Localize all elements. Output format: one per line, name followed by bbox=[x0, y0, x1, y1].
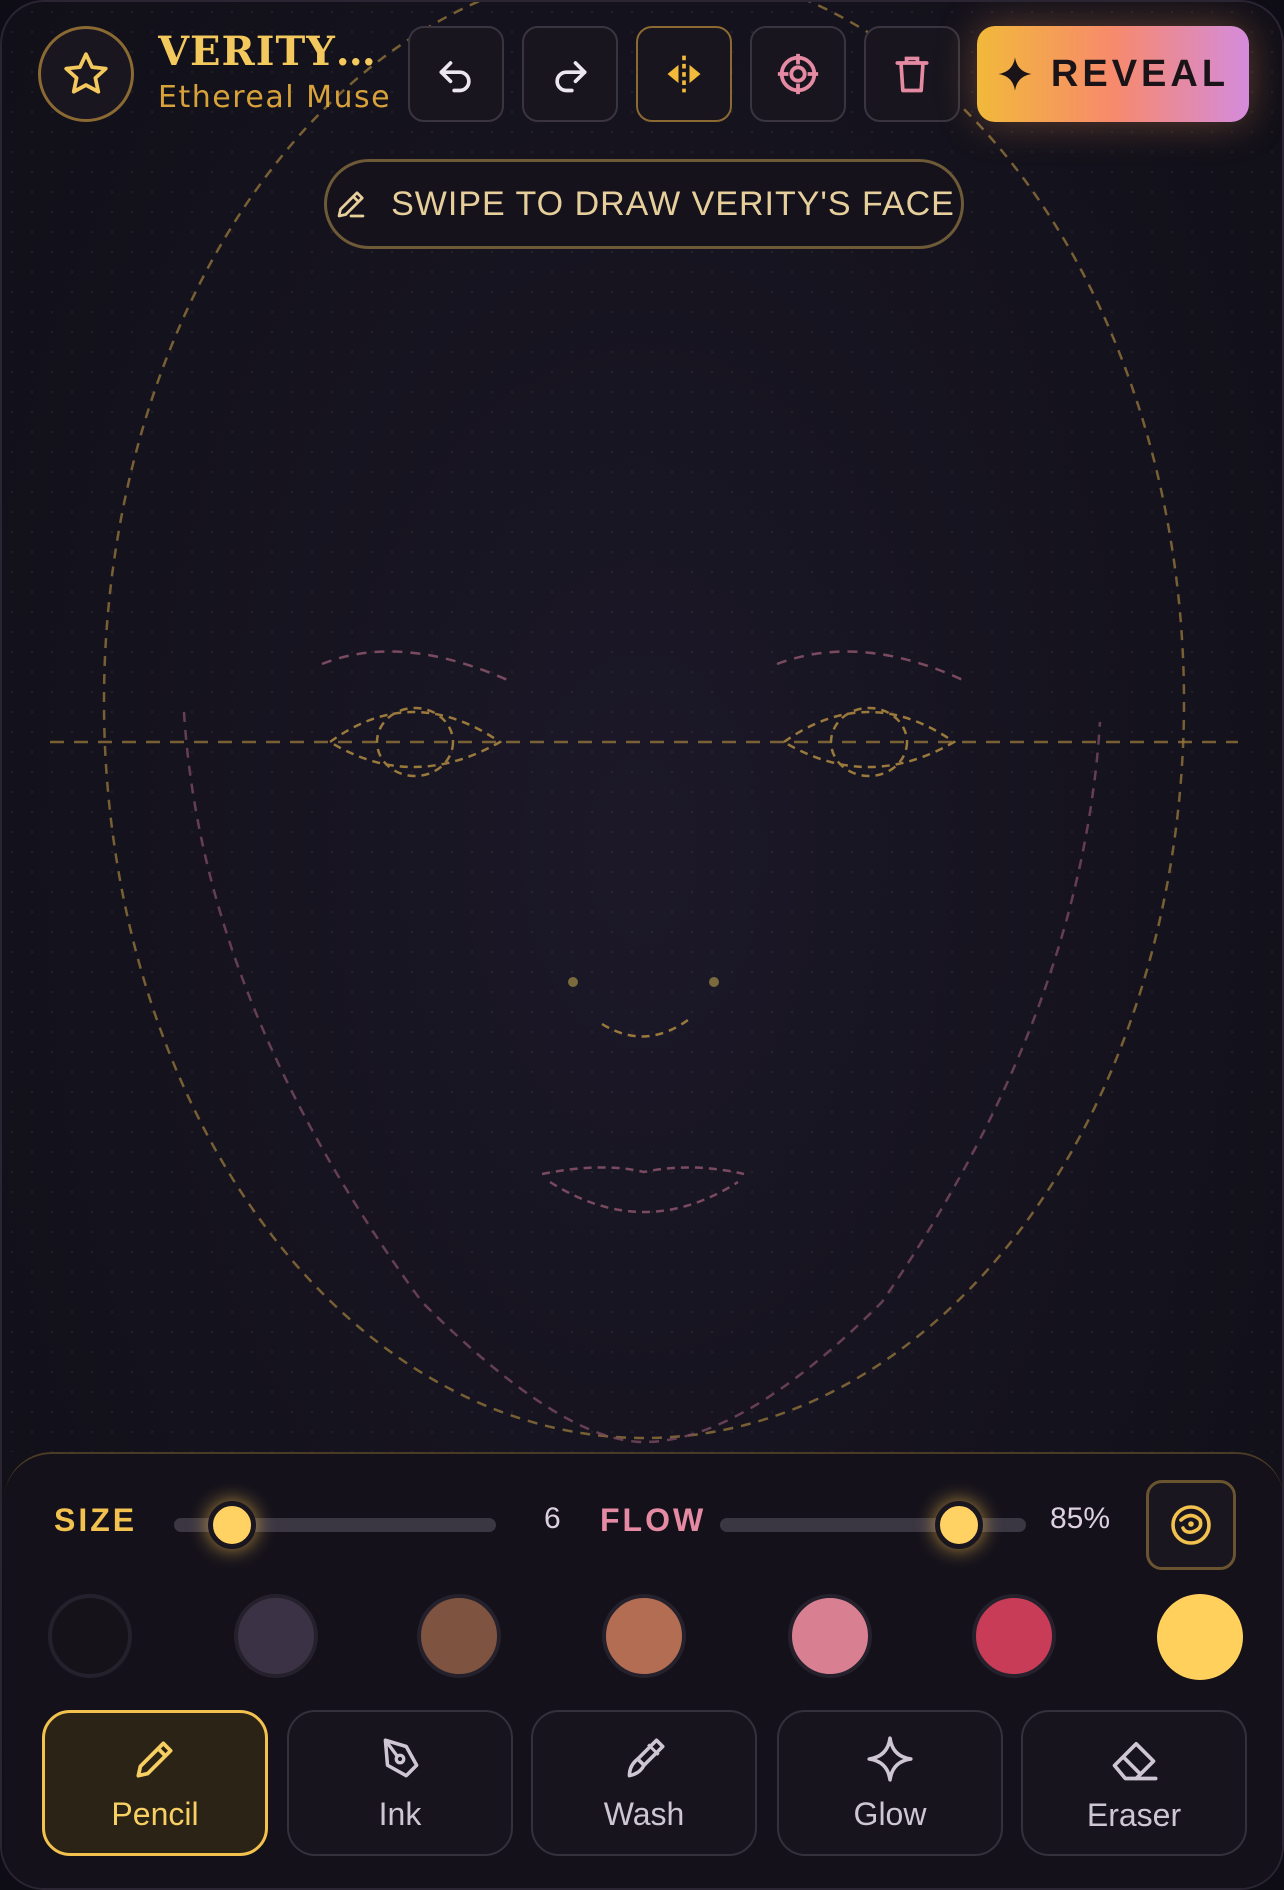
reveal-label: REVEAL bbox=[1050, 52, 1230, 95]
brush-label-glow: Glow bbox=[853, 1795, 927, 1832]
color-swatch-2[interactable] bbox=[417, 1594, 501, 1678]
app-frame: VERITY A... Ethereal Muse REVEAL SWIPE T… bbox=[0, 0, 1284, 1890]
right-eye-guide bbox=[781, 710, 957, 769]
mirror-icon bbox=[667, 55, 701, 93]
left-brow-guide bbox=[321, 650, 513, 684]
brush-settings-button[interactable] bbox=[1146, 1480, 1236, 1570]
pencil-icon bbox=[136, 1741, 173, 1778]
clear-button[interactable] bbox=[864, 26, 960, 122]
brush-label-wash: Wash bbox=[603, 1795, 685, 1832]
redo-button[interactable] bbox=[522, 26, 618, 122]
color-swatch-4[interactable] bbox=[788, 1594, 872, 1678]
pencil-icon bbox=[337, 191, 365, 218]
brush-label-ink: Ink bbox=[378, 1795, 422, 1832]
brush-glow[interactable]: Glow bbox=[777, 1710, 1003, 1856]
upper-lip-guide bbox=[541, 1166, 745, 1176]
brush-label-pencil: Pencil bbox=[111, 1795, 199, 1832]
pen-nib-icon bbox=[383, 1737, 419, 1777]
color-swatch-1[interactable] bbox=[234, 1594, 318, 1678]
left-eye-guide bbox=[327, 710, 503, 769]
swirl-icon bbox=[1171, 1505, 1211, 1545]
reveal-button[interactable]: REVEAL bbox=[977, 26, 1249, 122]
flow-label: FLOW bbox=[600, 1502, 707, 1538]
brush-ink[interactable]: Ink bbox=[287, 1710, 513, 1856]
top-toolbar: VERITY A... Ethereal Muse REVEAL bbox=[2, 2, 1282, 142]
app-title: VERITY A... bbox=[158, 28, 388, 75]
size-label: SIZE bbox=[54, 1502, 138, 1538]
color-swatch-3[interactable] bbox=[602, 1594, 686, 1678]
right-nostril-guide bbox=[709, 977, 719, 987]
mirror-toggle[interactable] bbox=[636, 26, 732, 122]
brush-label-eraser: Eraser bbox=[1086, 1796, 1182, 1833]
hint-text: SWIPE TO DRAW VERITY'S FACE bbox=[391, 184, 955, 223]
nose-guide bbox=[601, 1016, 693, 1038]
size-slider-thumb[interactable] bbox=[207, 1501, 256, 1549]
guides-toggle[interactable] bbox=[750, 26, 846, 122]
eraser-icon bbox=[1112, 1741, 1158, 1780]
drawing-hint: SWIPE TO DRAW VERITY'S FACE bbox=[324, 159, 964, 249]
brush-pencil[interactable]: Pencil bbox=[42, 1710, 268, 1856]
color-swatch-6[interactable] bbox=[1157, 1594, 1243, 1680]
size-value: 6 bbox=[544, 1502, 561, 1535]
target-icon bbox=[777, 53, 819, 95]
sparkle-icon bbox=[998, 57, 1032, 91]
brush-panel: SIZE 6 FLOW 85% Pencil Ink Wash Glow Era… bbox=[4, 1452, 1282, 1888]
favorite-button[interactable] bbox=[38, 26, 134, 122]
brush-eraser[interactable]: Eraser bbox=[1021, 1710, 1247, 1856]
redo-icon bbox=[555, 61, 587, 93]
color-swatch-5[interactable] bbox=[972, 1594, 1056, 1678]
sparkle-icon bbox=[867, 1735, 913, 1782]
flow-value: 85% bbox=[1050, 1502, 1111, 1535]
jaw-guide bbox=[182, 711, 1102, 1444]
app-subtitle: Ethereal Muse bbox=[158, 80, 388, 115]
title-block: VERITY A... Ethereal Muse bbox=[158, 26, 388, 118]
undo-button[interactable] bbox=[408, 26, 504, 122]
trash-icon bbox=[895, 56, 929, 93]
left-nostril-guide bbox=[568, 977, 578, 987]
color-swatch-0[interactable] bbox=[48, 1594, 132, 1678]
brush-icon bbox=[627, 1737, 665, 1777]
right-brow-guide bbox=[776, 650, 968, 684]
flow-slider-thumb[interactable] bbox=[934, 1501, 983, 1549]
star-icon bbox=[64, 52, 108, 94]
undo-icon bbox=[439, 61, 471, 93]
brush-wash[interactable]: Wash bbox=[531, 1710, 757, 1856]
